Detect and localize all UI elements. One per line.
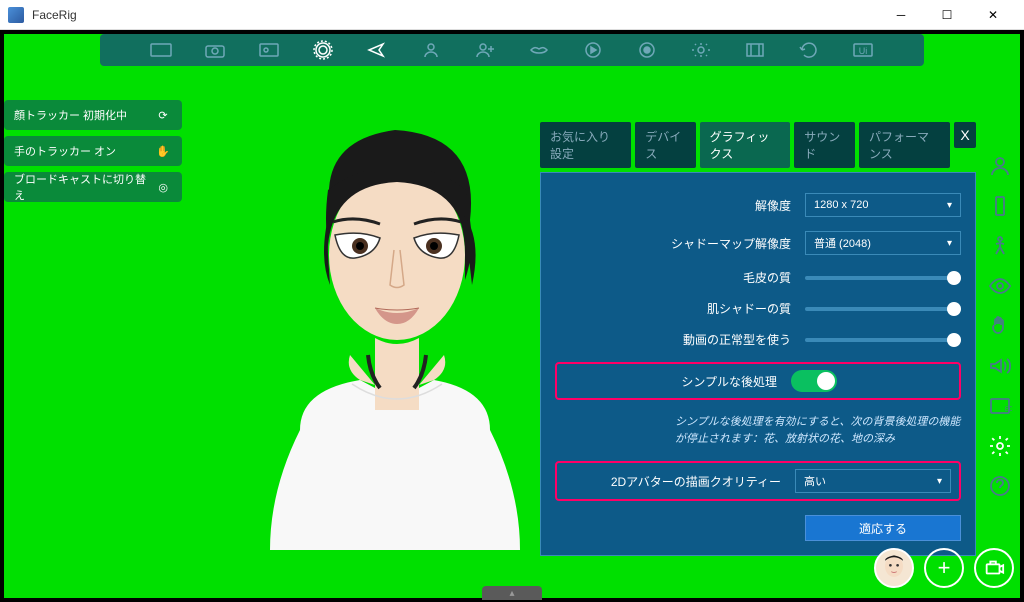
- highlight-2d-quality: 2Dアバターの描画クオリティー 高い ▾: [555, 461, 961, 501]
- broadcast-icon: ◎: [154, 178, 172, 196]
- id-icon[interactable]: [255, 39, 283, 61]
- reload-icon[interactable]: [795, 39, 823, 61]
- slider-thumb[interactable]: [947, 302, 961, 316]
- top-toolbar: Ui: [100, 34, 924, 66]
- webcam-icon[interactable]: [309, 39, 337, 61]
- add-button[interactable]: +: [924, 548, 964, 588]
- app-icon: [8, 7, 24, 23]
- landscape-icon[interactable]: [147, 39, 175, 61]
- resolution-select[interactable]: 1280 x 720 ▾: [805, 193, 961, 217]
- shadowmap-select[interactable]: 普通 (2048) ▾: [805, 231, 961, 255]
- chevron-down-icon: ▾: [947, 200, 952, 211]
- help-icon[interactable]: [984, 470, 1016, 502]
- pose-icon[interactable]: [984, 230, 1016, 262]
- svg-text:Ui: Ui: [859, 46, 868, 56]
- tab-sound[interactable]: サウンド: [794, 122, 855, 168]
- toggle-thumb: [817, 372, 835, 390]
- user-add-icon[interactable]: [471, 39, 499, 61]
- svg-text:ED: ED: [1005, 407, 1012, 413]
- ui-icon[interactable]: Ui: [849, 39, 877, 61]
- resolution-label: 解像度: [755, 197, 791, 214]
- fur-label: 毛皮の質: [743, 269, 791, 286]
- chevron-down-icon: ▾: [947, 238, 952, 249]
- simple-post-toggle[interactable]: [791, 370, 837, 392]
- hand-tracker-status[interactable]: 手のトラッカー オン ✋: [4, 136, 182, 166]
- tab-devices[interactable]: デバイス: [635, 122, 695, 168]
- normal-map-slider[interactable]: [805, 338, 961, 342]
- brightness-icon[interactable]: [687, 39, 715, 61]
- eye-icon[interactable]: [984, 270, 1016, 302]
- minimize-button[interactable]: ─: [878, 0, 924, 30]
- face-tracker-status[interactable]: 顔トラッカー 初期化中 ⟳: [4, 100, 182, 130]
- simple-post-helper: シンプルな後処理を有効にすると、次の背景後処理の機能が停止されます：花、放射状の…: [555, 414, 961, 447]
- hand-tracker-label: 手のトラッカー オン: [14, 143, 116, 159]
- quality-2d-label: 2Dアバターの描画クオリティー: [611, 473, 781, 490]
- lips-icon[interactable]: [525, 39, 553, 61]
- announce-icon[interactable]: [984, 350, 1016, 382]
- normal-map-label: 動画の正常型を使う: [683, 331, 791, 348]
- fur-slider[interactable]: [805, 276, 961, 280]
- skin-shadow-label: 肌シャドーの質: [707, 300, 791, 317]
- chevron-down-icon: ▾: [937, 476, 942, 487]
- avatar-thumbnail[interactable]: [874, 548, 914, 588]
- close-button[interactable]: ✕: [970, 0, 1016, 30]
- pointer-icon[interactable]: [363, 39, 391, 61]
- broadcast-label: ブロードキャストに切り替え: [14, 171, 154, 203]
- camera-icon[interactable]: [201, 39, 229, 61]
- shadowmap-label: シャドーマップ解像度: [671, 235, 791, 252]
- camera-button[interactable]: [974, 548, 1014, 588]
- refresh-icon: ⟳: [154, 106, 172, 124]
- gear-icon[interactable]: [984, 430, 1016, 462]
- skin-shadow-slider[interactable]: [805, 307, 961, 311]
- highlight-simple-post: シンプルな後処理: [555, 362, 961, 400]
- face-tracker-label: 顔トラッカー 初期化中: [14, 107, 127, 123]
- slider-thumb[interactable]: [947, 271, 961, 285]
- device-icon[interactable]: [984, 190, 1016, 222]
- user-icon[interactable]: [417, 39, 445, 61]
- overlay-icon[interactable]: ED: [984, 390, 1016, 422]
- tab-favorites[interactable]: お気に入り設定: [540, 122, 631, 168]
- panel-close-button[interactable]: X: [954, 122, 976, 148]
- apply-button[interactable]: 適応する: [805, 515, 961, 541]
- record-icon[interactable]: [633, 39, 661, 61]
- hands-icon: ✋: [154, 142, 172, 160]
- tab-performance[interactable]: パフォーマンス: [859, 122, 950, 168]
- quality-2d-select[interactable]: 高い ▾: [795, 469, 951, 493]
- play-icon[interactable]: [579, 39, 607, 61]
- film-icon[interactable]: [741, 39, 769, 61]
- tab-graphics[interactable]: グラフィックス: [700, 122, 791, 168]
- simple-post-label: シンプルな後処理: [681, 373, 777, 390]
- avatar-icon[interactable]: [984, 150, 1016, 182]
- slider-thumb[interactable]: [947, 333, 961, 347]
- broadcast-toggle[interactable]: ブロードキャストに切り替え ◎: [4, 172, 182, 202]
- hands-icon[interactable]: [984, 310, 1016, 342]
- avatar-render: [220, 90, 570, 590]
- window-title: FaceRig: [32, 8, 878, 22]
- bottom-drawer-handle[interactable]: [482, 586, 542, 600]
- graphics-panel: 解像度 1280 x 720 ▾ シャドーマップ解像度 普通 (2048) ▾ …: [540, 172, 976, 556]
- maximize-button[interactable]: ☐: [924, 0, 970, 30]
